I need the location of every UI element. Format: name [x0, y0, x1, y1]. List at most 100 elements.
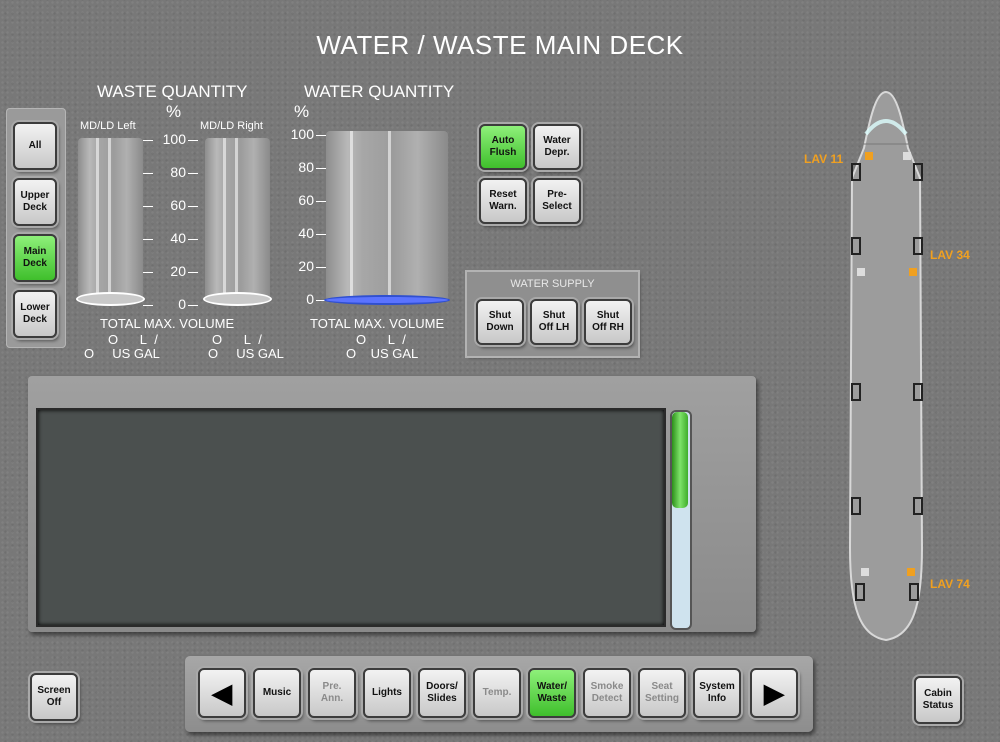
shut-down-button[interactable]: Shut Down — [476, 299, 524, 345]
nav-pre-ann-label-1: Pre. — [322, 681, 342, 692]
waste-vol-l-value-right: O — [212, 332, 223, 347]
waste-tick-20: 20 — [170, 263, 186, 279]
auto-flush-button[interactable]: Auto Flush — [479, 124, 527, 170]
water-gauge — [324, 131, 450, 305]
water-depr-button[interactable]: Water Depr. — [533, 124, 581, 170]
nav-pre-ann-label-2: Ann. — [320, 693, 344, 704]
waste-total-label: TOTAL MAX. VOLUME — [100, 316, 235, 331]
shut-down-label-1: Shut — [488, 310, 512, 321]
deck-lower-label-2: Deck — [23, 314, 47, 325]
left-arrow-icon: ◀ — [212, 678, 232, 708]
water-volume-liters: O L / — [356, 332, 406, 347]
water-tick-100: 100 — [290, 126, 314, 142]
waste-volume-gal: O US GAL — [84, 346, 160, 361]
waste-tick-100: 100 — [162, 131, 186, 147]
cabin-status-button[interactable]: Cabin Status — [914, 676, 962, 724]
nav-seat-label-2: Setting — [645, 693, 679, 704]
deck-upper-button[interactable]: Upper Deck — [13, 178, 57, 226]
waste-right-label: MD/LD Right — [200, 120, 263, 132]
waste-vol-gal-unit-right: US GAL — [236, 346, 284, 361]
water-vol-l-value: O — [356, 332, 367, 347]
screen-off-label-2: Off — [46, 697, 62, 708]
nav-water-label-2: Waste — [537, 693, 567, 704]
waste-left-gauge — [76, 138, 145, 306]
nav-water-waste-button[interactable]: Water/Waste — [528, 668, 576, 718]
water-volume-gal: O US GAL — [346, 346, 418, 361]
waste-tick-60: 60 — [170, 197, 186, 213]
deck-main-label-1: Main — [23, 246, 47, 257]
deck-lower-label-1: Lower — [20, 302, 50, 313]
nav-doors-label-1: Doors/ — [426, 681, 458, 692]
screen-off-button[interactable]: Screen Off — [30, 673, 78, 721]
waste-tick-80: 80 — [170, 164, 186, 180]
shut-off-lh-button[interactable]: Shut Off LH — [530, 299, 578, 345]
water-tick-20: 20 — [298, 258, 314, 274]
waste-slash-right: / — [258, 332, 262, 347]
waste-volume-liters-right: O L / — [212, 332, 262, 347]
nav-smoke-label-1: Smoke — [590, 681, 624, 692]
waste-tick-0: 0 — [178, 296, 186, 312]
next-page-button[interactable]: ▶ — [750, 668, 798, 718]
shut-off-lh-label-2: Off LH — [538, 322, 570, 333]
water-vol-l-unit: L — [387, 332, 396, 347]
screen-off-label-1: Screen — [37, 685, 71, 696]
nav-lights-button[interactable]: Lights — [363, 668, 411, 718]
waste-vol-gal-value: O — [84, 346, 95, 361]
nav-water-label-1: Water/ — [536, 681, 568, 692]
deck-all-label: All — [28, 140, 42, 151]
nav-doors-label-2: Slides — [427, 693, 457, 704]
waste-slash: / — [154, 332, 158, 347]
nav-temp-button[interactable]: Temp. — [473, 668, 521, 718]
waste-vol-gal-unit: US GAL — [112, 346, 160, 361]
water-slash: / — [402, 332, 406, 347]
deck-main-button[interactable]: Main Deck — [13, 234, 57, 282]
scrollbar-thumb[interactable] — [672, 412, 688, 508]
water-depr-label-1: Water — [543, 135, 571, 146]
waste-right-gauge — [203, 138, 272, 306]
lav-74-label: LAV 74 — [930, 577, 970, 591]
message-display — [36, 408, 666, 627]
reset-warn-button[interactable]: Reset Warn. — [479, 178, 527, 224]
deck-upper-label-2: Deck — [23, 202, 47, 213]
right-arrow-icon: ▶ — [764, 678, 784, 708]
nav-system-info-button[interactable]: System Info — [693, 668, 741, 718]
nav-music-button[interactable]: Music — [253, 668, 301, 718]
shut-off-lh-label-1: Shut — [542, 310, 566, 321]
waste-volume-gal-right: O US GAL — [208, 346, 284, 361]
deck-all-button[interactable]: All — [13, 122, 57, 170]
nav-music-label: Music — [262, 687, 292, 698]
prev-page-button[interactable]: ◀ — [198, 668, 246, 718]
water-tick-0: 0 — [306, 291, 314, 307]
nav-doors-button[interactable]: Doors/Slides — [418, 668, 466, 718]
waste-volume-liters: O L / — [108, 332, 158, 347]
water-quantity-header: WATER QUANTITY — [304, 82, 455, 101]
nav-system-label-1: System — [699, 681, 735, 692]
water-depr-label-2: Depr. — [544, 147, 570, 158]
shut-off-rh-label-2: Off RH — [592, 322, 624, 333]
nav-smoke-detect-button[interactable]: Smoke Detect — [583, 668, 631, 718]
nav-seat-label-1: Seat — [651, 681, 673, 692]
water-tick-60: 60 — [298, 192, 314, 208]
water-tick-40: 40 — [298, 225, 314, 241]
reset-warn-label-1: Reset — [489, 189, 517, 200]
deck-lower-button[interactable]: Lower Deck — [13, 290, 57, 338]
waste-percent-unit: % — [166, 102, 182, 121]
waste-vol-gal-value-right: O — [208, 346, 219, 361]
preselect-label-1: Pre- — [547, 189, 567, 200]
preselect-button[interactable]: Pre- Select — [533, 178, 581, 224]
waste-vol-l-unit-right: L — [243, 332, 252, 347]
waste-vol-l-unit: L — [139, 332, 148, 347]
water-total-label: TOTAL MAX. VOLUME — [310, 316, 445, 331]
shut-off-rh-button[interactable]: Shut Off RH — [584, 299, 632, 345]
nav-smoke-label-2: Detect — [591, 693, 623, 704]
lav-34-label: LAV 34 — [930, 248, 970, 262]
preselect-label-2: Select — [542, 201, 572, 212]
cabin-status-label-1: Cabin — [924, 688, 952, 699]
water-percent-unit: % — [294, 102, 310, 121]
page-title: WATER / WASTE MAIN DECK — [316, 30, 684, 60]
nav-seat-setting-button[interactable]: Seat Setting — [638, 668, 686, 718]
water-vol-gal-unit: US GAL — [370, 346, 419, 361]
reset-warn-label-2: Warn. — [489, 201, 517, 212]
deck-upper-label-1: Upper — [20, 190, 50, 201]
nav-pre-ann-button[interactable]: Pre. Ann. — [308, 668, 356, 718]
